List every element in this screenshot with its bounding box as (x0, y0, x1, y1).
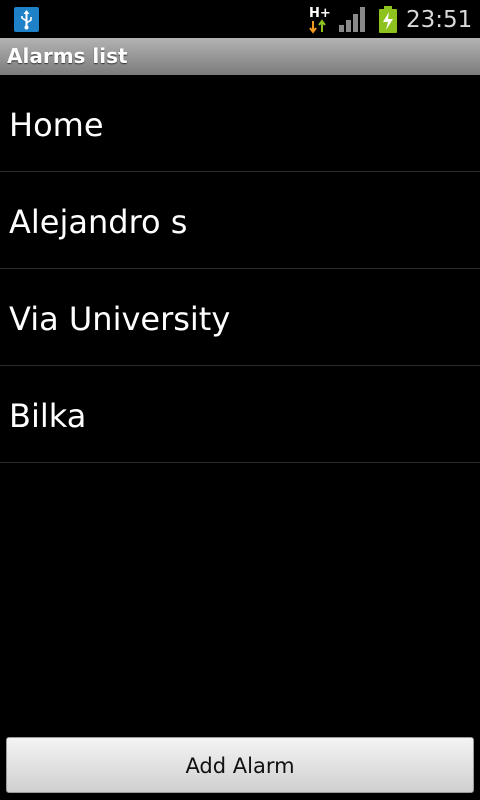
usb-icon (14, 7, 39, 32)
add-alarm-button[interactable]: Add Alarm (6, 737, 474, 793)
clock: 23:51 (406, 7, 473, 33)
alarm-item-label: Via University (9, 300, 231, 338)
network-activity-icon: H+ (308, 4, 332, 34)
network-type-label: H+ (309, 6, 331, 21)
page-title: Alarms list (7, 44, 128, 68)
signal-icon (338, 6, 368, 32)
title-bar: Alarms list (0, 38, 480, 75)
alarm-item-label: Bilka (9, 397, 87, 435)
alarm-item-label: Home (9, 106, 104, 144)
battery-charging-icon (378, 6, 398, 33)
alarm-item-via-university[interactable]: Via University (0, 269, 480, 366)
alarm-item-bilka[interactable]: Bilka (0, 366, 480, 463)
alarm-item-label: Alejandro s (9, 203, 188, 241)
alarm-item-alejandro[interactable]: Alejandro s (0, 172, 480, 269)
alarm-item-home[interactable]: Home (0, 75, 480, 172)
status-bar: H+ 23:51 (0, 0, 480, 38)
alarms-list: Home Alejandro s Via University Bilka (0, 75, 480, 463)
add-alarm-button-label: Add Alarm (185, 754, 295, 778)
